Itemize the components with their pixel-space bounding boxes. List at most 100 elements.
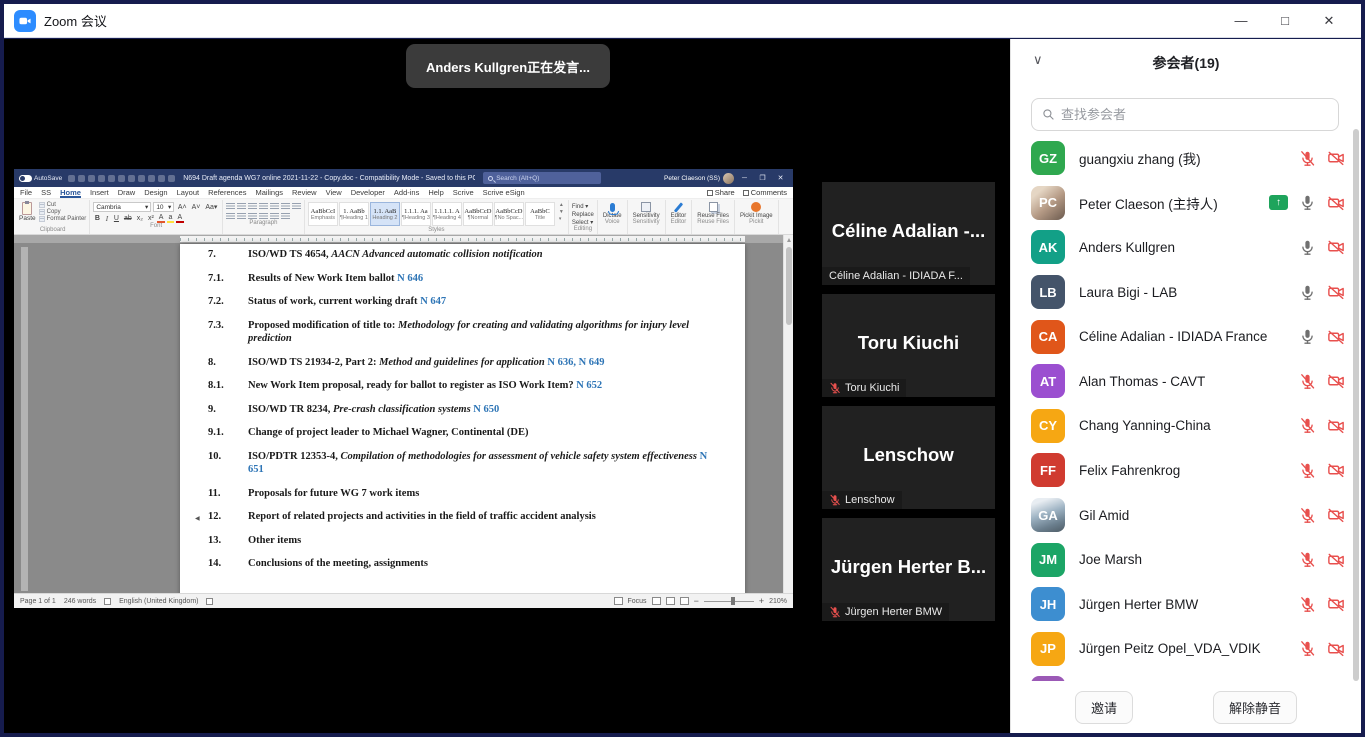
word-tab-layout[interactable]: Layout (177, 187, 200, 198)
participant-row[interactable]: CACéline Adalian - IDIADA France (1011, 314, 1361, 359)
text-effects-button[interactable]: A (157, 214, 165, 223)
macro-icon[interactable] (206, 598, 213, 605)
video-off-icon[interactable] (1327, 283, 1345, 301)
document-reference-link[interactable]: N 647 (420, 296, 446, 307)
participant-row[interactable]: CYChang Yanning-China (1011, 404, 1361, 449)
participant-row[interactable]: PCPeter Claeson (主持人)↑ (1011, 181, 1361, 226)
word-account-name[interactable]: Peter Claeson (SS) (664, 175, 720, 182)
muted-mic-icon[interactable] (1299, 462, 1316, 479)
participant-row[interactable]: LBLaura Bigi - LAB (1011, 270, 1361, 315)
subscript-button[interactable]: x₂ (135, 215, 144, 222)
mic-icon[interactable] (1299, 194, 1316, 211)
styles-gallery-arrows[interactable]: ▲▼▾ (558, 200, 565, 224)
style-card[interactable]: AaBbCTitle (525, 202, 555, 226)
muted-mic-icon[interactable] (1299, 373, 1316, 390)
reuse-files-button[interactable]: Reuse Files (695, 200, 731, 219)
outline-collapse-marker[interactable]: ◀ (195, 513, 200, 527)
muted-mic-icon[interactable] (1299, 640, 1316, 657)
style-card[interactable]: 1.1. AaBHeading 2 (370, 202, 400, 226)
style-card[interactable]: AaBbCcD¶No Spac... (494, 202, 524, 226)
proofing-icon[interactable] (104, 598, 111, 605)
autosave-toggle[interactable]: AutoSave (19, 175, 62, 182)
document-reference-link[interactable]: N 636, N 649 (547, 357, 604, 368)
language-indicator[interactable]: English (United Kingdom) (119, 598, 198, 605)
word-account-avatar[interactable] (723, 173, 734, 184)
zoom-in-button[interactable]: + (759, 597, 764, 605)
dictate-button[interactable]: Dictate (601, 200, 624, 219)
word-tab-scrive[interactable]: Scrive (453, 187, 474, 198)
quick-access-toolbar[interactable] (68, 175, 175, 182)
paragraph-tool-icon[interactable] (237, 202, 246, 210)
pickit-button[interactable]: Pickit Image (738, 200, 775, 219)
font-color-button[interactable]: A (176, 214, 184, 223)
unmute-button[interactable]: 解除静音 (1213, 691, 1297, 724)
italic-button[interactable]: I (103, 215, 110, 223)
maximize-button[interactable]: □ (1263, 6, 1307, 36)
participant-row[interactable]: FFFelix Fahrenkrog (1011, 448, 1361, 493)
document-reference-link[interactable]: N 646 (397, 273, 423, 284)
video-off-icon[interactable] (1327, 328, 1345, 346)
word-tab-draw[interactable]: Draw (118, 187, 136, 198)
font-size-select[interactable]: 10▾ (153, 202, 174, 212)
video-off-icon[interactable] (1327, 595, 1345, 613)
muted-mic-icon[interactable] (1299, 596, 1316, 613)
editor-button[interactable]: Editor (669, 200, 689, 219)
minimize-button[interactable]: — (1219, 6, 1263, 36)
document-reference-link[interactable]: N 650 (473, 404, 499, 415)
cut-button[interactable]: Cut (39, 202, 87, 208)
document-page[interactable]: 7.ISO/WD TS 4654, AACN Advanced automati… (180, 244, 745, 593)
format-painter-button[interactable]: Format Painter (39, 216, 87, 222)
video-off-icon[interactable] (1327, 194, 1345, 212)
video-off-icon[interactable] (1327, 461, 1345, 479)
word-tab-ss[interactable]: SS (41, 187, 51, 198)
paragraph-tool-icon[interactable] (248, 212, 257, 220)
grow-font-button[interactable]: A˄ (176, 204, 188, 211)
read-mode-icon[interactable] (652, 597, 661, 605)
paragraph-tool-icon[interactable] (270, 212, 279, 220)
video-thumbnail[interactable]: Jürgen Herter B...Jürgen Herter BMW (822, 518, 995, 621)
style-card[interactable]: AaBbCcD¶Normal (463, 202, 493, 226)
muted-mic-icon[interactable] (1299, 150, 1316, 167)
word-tab-review[interactable]: Review (292, 187, 317, 198)
participant-row[interactable]: AKAnders Kullgren (1011, 225, 1361, 270)
muted-mic-icon[interactable] (1299, 507, 1316, 524)
word-count[interactable]: 246 words (64, 598, 96, 605)
video-off-icon[interactable] (1327, 149, 1345, 167)
word-tab-home[interactable]: Home (60, 187, 81, 198)
muted-mic-icon[interactable] (1299, 417, 1316, 434)
zoom-level[interactable]: 210% (769, 598, 787, 605)
style-card[interactable]: 1. AaBb¶Heading 1 (339, 202, 369, 226)
sensitivity-button[interactable]: Sensitivity (631, 200, 662, 219)
word-restore-button[interactable]: ❐ (755, 174, 770, 182)
style-card[interactable]: 1.1.1. Aa¶Heading 3 (401, 202, 431, 226)
shrink-font-button[interactable]: A˅ (190, 204, 202, 211)
paste-button[interactable]: Paste (19, 200, 36, 222)
close-button[interactable]: ✕ (1307, 6, 1351, 36)
word-tab-developer[interactable]: Developer (351, 187, 385, 198)
video-off-icon[interactable] (1327, 551, 1345, 569)
select-button[interactable]: Select ▾ (572, 219, 594, 226)
paragraph-tool-icon[interactable] (248, 202, 257, 210)
find-button[interactable]: Find ▾ (572, 203, 594, 210)
participants-scrollbar[interactable] (1353, 129, 1360, 681)
style-card[interactable]: 1.1.1.1. A¶Heading 4 (432, 202, 462, 226)
paragraph-tool-icon[interactable] (237, 212, 246, 220)
word-search-box[interactable]: Search (Alt+Q) (483, 172, 601, 184)
word-tab-insert[interactable]: Insert (90, 187, 109, 198)
paragraph-tool-icon[interactable] (270, 202, 279, 210)
participant-search-box[interactable] (1031, 98, 1339, 131)
paragraph-tool-icon[interactable] (292, 202, 301, 210)
word-tab-add-ins[interactable]: Add-ins (394, 187, 419, 198)
video-thumbnail[interactable]: Toru KiuchiToru Kiuchi (822, 294, 995, 397)
participant-row[interactable]: GZguangxiu zhang (我) (1011, 136, 1361, 181)
scrollbar-thumb[interactable] (786, 247, 792, 325)
strikethrough-button[interactable]: ab (122, 215, 133, 222)
invite-button[interactable]: 邀请 (1075, 691, 1133, 724)
vertical-ruler[interactable] (21, 247, 28, 591)
paragraph-tool-icon[interactable] (281, 212, 290, 220)
muted-mic-icon[interactable] (829, 494, 841, 506)
scrollbar-thumb[interactable] (1353, 129, 1359, 681)
paragraph-tool-icon[interactable] (226, 212, 235, 220)
horizontal-ruler[interactable] (14, 235, 783, 243)
paragraph-tool-icon[interactable] (259, 212, 268, 220)
